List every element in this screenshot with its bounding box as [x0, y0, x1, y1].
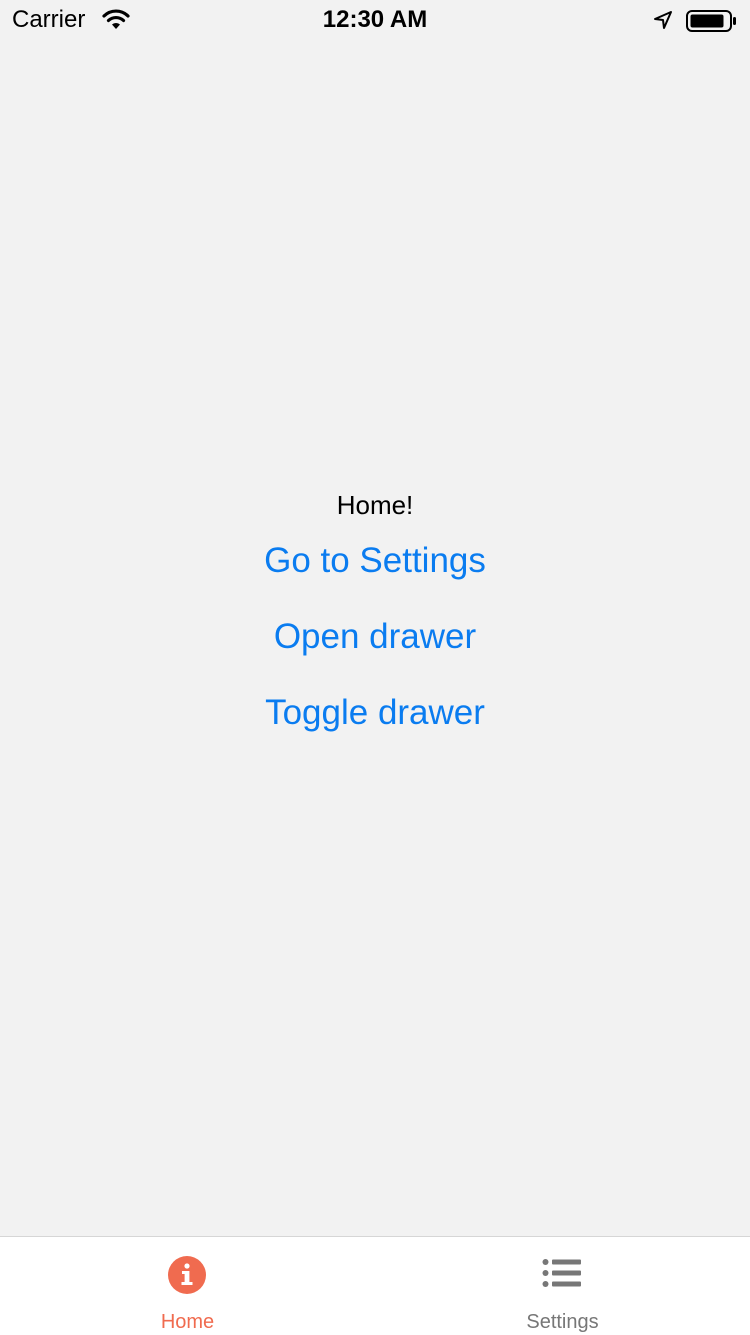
status-time: 12:30 AM [322, 6, 428, 33]
go-to-settings-button[interactable]: Go to Settings [0, 530, 750, 606]
tab-settings-label: Settings [526, 1311, 599, 1333]
location-arrow-icon [654, 11, 672, 29]
toggle-drawer-button[interactable]: Toggle drawer [0, 682, 750, 758]
tab-bar: Home Settings [0, 1236, 750, 1335]
tab-home-label: Home [160, 1311, 215, 1333]
list-icon [542, 1259, 581, 1287]
info-circle-icon [168, 1256, 206, 1294]
status-bar: Carrier 12:30 AM [0, 0, 750, 40]
page-title: Home! [336, 490, 414, 520]
battery-icon [686, 10, 736, 32]
tab-home[interactable]: Home [0, 1237, 375, 1335]
home-screen-content: Home! Go to Settings Open drawer Toggle … [0, 480, 750, 758]
open-drawer-button[interactable]: Open drawer [0, 606, 750, 682]
tab-settings[interactable]: Settings [375, 1237, 750, 1335]
